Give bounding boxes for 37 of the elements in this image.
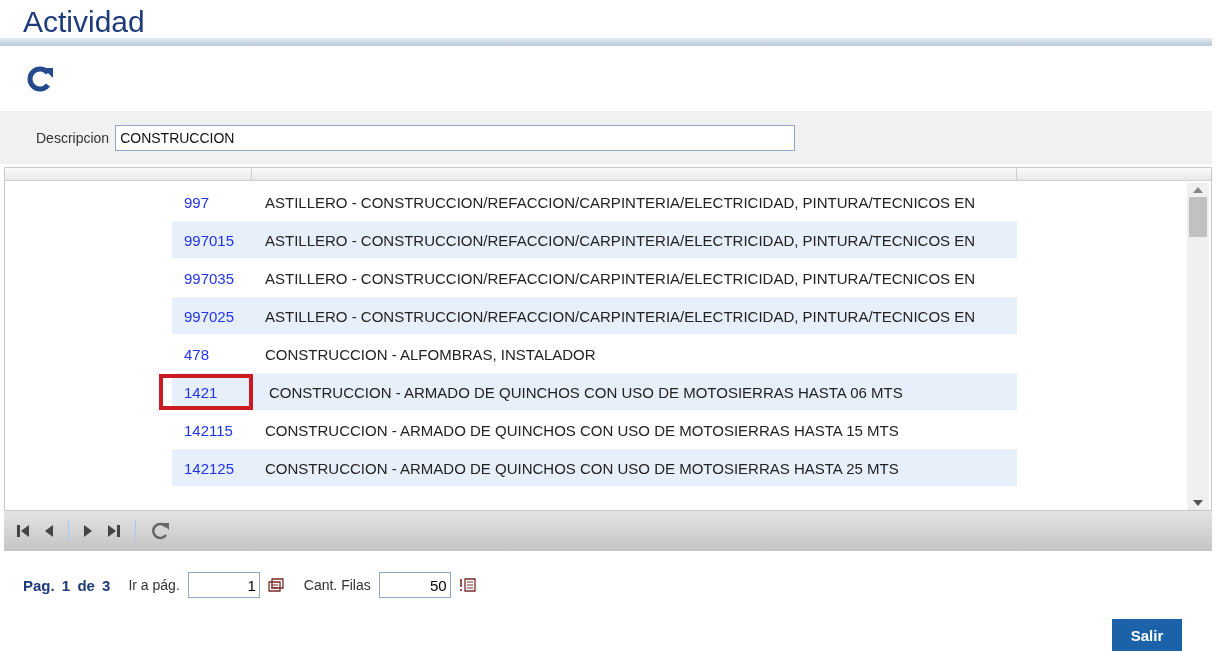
row-count-label: Cant. Filas — [303, 577, 371, 594]
scroll-up-icon[interactable] — [1193, 186, 1203, 193]
row-count-field[interactable]: 50 — [378, 572, 451, 599]
activity-description: CONSTRUCCION - ALFOMBRAS, INSTALADOR — [265, 345, 596, 363]
activity-description: ASTILLERO - CONSTRUCCION/REFACCION/CARPINTERIA/ELECTRICIDAD, PINTURA/TECNICOS EN — [265, 269, 976, 287]
apply-rows-icon[interactable] — [458, 578, 477, 593]
last-page-icon[interactable] — [107, 524, 121, 539]
scroll-down-icon[interactable] — [1193, 499, 1203, 506]
scrollbar[interactable] — [1187, 182, 1209, 510]
next-page-icon[interactable] — [83, 524, 93, 539]
activity-code-link[interactable]: 478 — [172, 340, 249, 369]
exit-button[interactable]: Salir — [1112, 619, 1182, 651]
activity-description: ASTILLERO - CONSTRUCCION/REFACCION/CARPINTERIA/ELECTRICIDAD, PINTURA/TECNICOS EN — [265, 193, 976, 211]
scroll-thumb[interactable] — [1189, 196, 1207, 237]
activity-description: ASTILLERO - CONSTRUCCION/REFACCION/CARPINTERIA/ELECTRICIDAD, PINTURA/TECNICOS EN — [265, 307, 976, 325]
description-field[interactable]: CONSTRUCCION — [115, 124, 796, 151]
activity-code-link[interactable]: 997025 — [172, 302, 249, 331]
activity-description: CONSTRUCCION - ARMADO DE QUINCHOS CON USO DE MOTOSIERRAS HASTA 15 MTS — [265, 421, 899, 439]
refresh-icon[interactable] — [150, 521, 170, 542]
refresh-icon[interactable] — [26, 64, 54, 93]
activity-description: CONSTRUCCION - ARMADO DE QUINCHOS CON USO DE MOTOSIERRAS HASTA 25 MTS — [265, 459, 899, 477]
goto-page-field[interactable]: 1 — [187, 572, 260, 599]
field-label: Descripcion — [36, 129, 110, 146]
page-indicator: Pag. 1 de 3 — [23, 576, 111, 594]
activity-code-link[interactable]: 997015 — [172, 226, 249, 255]
activity-code-link[interactable]: 142125 — [172, 454, 249, 483]
activity-code-link[interactable]: 997035 — [172, 264, 249, 293]
activity-code-link[interactable]: 142115 — [172, 416, 249, 445]
goto-page-label: Ir a pág. — [128, 577, 180, 594]
activity-description: CONSTRUCCION - ARMADO DE QUINCHOS CON USO DE MOTOSIERRAS HASTA 06 MTS — [269, 383, 903, 401]
previous-page-icon[interactable] — [44, 524, 54, 539]
first-page-icon[interactable] — [16, 524, 30, 539]
activity-description: ASTILLERO - CONSTRUCCION/REFACCION/CARPINTERIA/ELECTRICIDAD, PINTURA/TECNICOS EN — [265, 231, 976, 249]
go-icon[interactable] — [267, 578, 284, 593]
page-title: Actividad — [22, 4, 146, 38]
activity-code-link[interactable]: 997 — [172, 188, 249, 217]
activity-code-link[interactable]: 1421 — [159, 374, 253, 411]
